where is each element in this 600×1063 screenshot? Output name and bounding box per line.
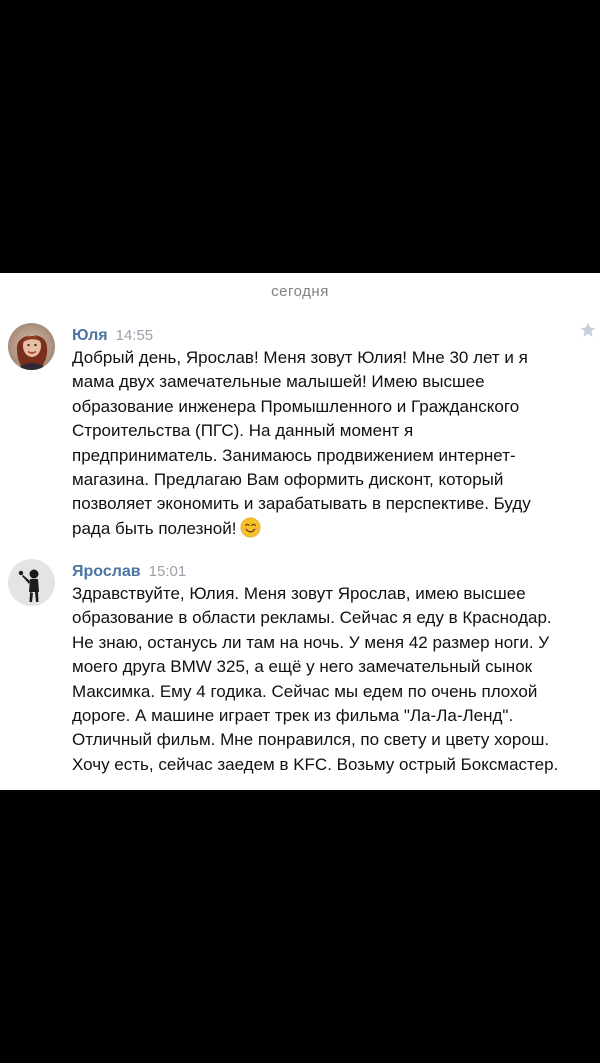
author-name[interactable]: Юля — [72, 327, 108, 344]
message-text: Добрый день, Ярослав! Меня зовут Юлия! М… — [72, 346, 594, 541]
user-photo-man — [8, 559, 55, 606]
message-header: Юля 14:55 — [72, 325, 153, 347]
message-text-content: Добрый день, Ярослав! Меня зовут Юлия! М… — [72, 348, 531, 538]
smiling-face-emoji-icon — [241, 517, 261, 538]
message-text-content: Здравствуйте, Юлия. Меня зовут Ярослав, … — [72, 584, 559, 774]
chat-history: сегодня Юля 14:55 Добрый день, Ярослав! … — [0, 273, 600, 790]
message-time: 15:01 — [148, 563, 187, 580]
message-text: Здравствуйте, Юлия. Меня зовут Ярослав, … — [72, 582, 594, 777]
screen: сегодня Юля 14:55 Добрый день, Ярослав! … — [0, 0, 600, 1063]
avatar[interactable] — [8, 559, 55, 606]
author-name[interactable]: Ярослав — [72, 563, 141, 580]
star-icon[interactable] — [579, 321, 597, 339]
message-header: Ярослав 15:01 — [72, 561, 186, 583]
user-photo-woman — [8, 323, 55, 370]
date-separator: сегодня — [271, 283, 329, 300]
avatar[interactable] — [8, 323, 55, 370]
message-time: 14:55 — [115, 327, 154, 344]
